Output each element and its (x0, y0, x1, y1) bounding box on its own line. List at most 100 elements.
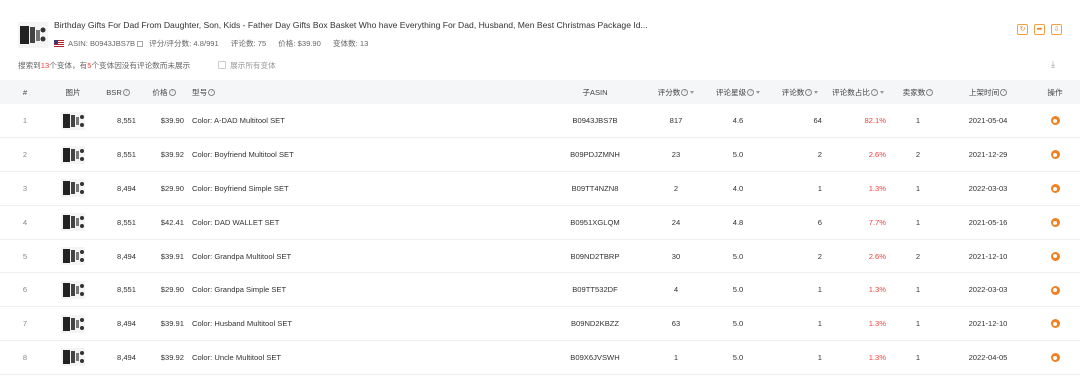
table-row[interactable]: 6 8,551 $29.90 Color: Grandpa Simple SET B09… (0, 273, 1080, 307)
row-reviews: 1 (817, 319, 822, 329)
row-sellers: 1 (915, 352, 921, 362)
sort-icon[interactable] (814, 91, 819, 94)
row-asin[interactable]: B09ND2KBZZ (540, 307, 650, 341)
row-listed-date: 2021-12-10 (968, 319, 1008, 329)
row-index: 1 (22, 116, 28, 126)
product-thumbnail[interactable] (18, 22, 48, 48)
row-sellers: 1 (915, 319, 921, 329)
row-index: 3 (22, 183, 28, 193)
table-row[interactable]: 3 8,494 $29.90 Color: Boyfriend Simple SET B… (0, 172, 1080, 206)
help-icon[interactable]: ? (926, 89, 934, 96)
sort-icon[interactable] (756, 91, 761, 94)
variant-thumbnail[interactable] (61, 247, 85, 266)
help-icon[interactable]: ? (747, 89, 755, 96)
export-icon[interactable]: ⇩ (1051, 24, 1062, 35)
row-bsr: 8,551 (116, 285, 136, 295)
help-icon[interactable]: ? (1000, 89, 1008, 96)
row-image[interactable] (50, 273, 96, 307)
variant-thumbnail[interactable] (61, 348, 85, 367)
show-all-label: 展示所有变体 (230, 60, 276, 70)
variant-thumbnail[interactable] (61, 280, 85, 299)
row-asin[interactable]: B0951XGLQM (540, 205, 650, 239)
row-stars: 5.0 (732, 150, 744, 160)
row-image[interactable] (50, 239, 96, 273)
table-row[interactable]: 8 8,494 $39.92 Color: Uncle Multitool SET B0… (0, 341, 1080, 375)
row-reviews: 1 (817, 285, 822, 295)
operation-icon[interactable] (1050, 218, 1060, 228)
col-rating-stars[interactable]: 评论星级? (702, 80, 774, 104)
product-title[interactable]: Birthday Gifts For Dad From Daughter, So… (54, 20, 648, 30)
row-actions (1030, 104, 1080, 138)
row-rating-count: 1 (673, 352, 679, 362)
show-all-checkbox[interactable] (218, 61, 227, 69)
row-asin[interactable]: B09TT532DF (540, 273, 650, 307)
variant-thumbnail[interactable] (61, 145, 85, 164)
sort-icon[interactable] (690, 91, 695, 94)
help-icon[interactable]: ? (805, 89, 813, 96)
col-price[interactable]: 价格? (140, 80, 188, 104)
col-review-share[interactable]: 评论数占比? (826, 80, 890, 104)
help-icon[interactable]: ? (208, 89, 216, 96)
row-index: 2 (22, 150, 28, 160)
row-image[interactable] (50, 104, 96, 138)
table-row[interactable]: 7 8,494 $39.91 Color: Husband Multitool SET… (0, 307, 1080, 341)
operation-icon[interactable] (1050, 251, 1060, 261)
row-asin[interactable]: B09TT4NZN8 (540, 172, 650, 206)
table-row[interactable]: 1 8,551 $39.90 Color: A-DAD Multitool SET B0… (0, 104, 1080, 138)
row-listed-date: 2021-05-04 (968, 116, 1008, 126)
row-model: Color: Boyfriend Simple SET (192, 183, 289, 193)
table-row[interactable]: 4 8,551 $42.41 Color: DAD WALLET SET B0951XG… (0, 205, 1080, 240)
asin-label: ASIN: B0943JBS7B (68, 39, 136, 48)
operation-icon[interactable] (1050, 285, 1060, 295)
sort-icon[interactable] (879, 91, 884, 94)
copy-icon[interactable] (137, 40, 144, 47)
operation-icon[interactable] (1050, 116, 1060, 126)
row-asin[interactable]: B0943JBS7B (540, 104, 650, 138)
help-icon[interactable]: ? (168, 89, 176, 96)
row-sellers: 1 (915, 285, 921, 295)
row-asin[interactable]: B09X6JVSWH (540, 341, 650, 375)
variant-thumbnail[interactable] (61, 111, 85, 130)
variant-thumbnail[interactable] (61, 213, 85, 232)
row-image[interactable] (50, 138, 96, 172)
operation-icon[interactable] (1050, 150, 1060, 160)
row-price: $29.90 (160, 285, 184, 295)
table-row[interactable]: 5 8,494 $39.91 Color: Grandpa Multitool SET… (0, 239, 1080, 273)
row-index: 5 (22, 251, 28, 261)
col-review-count[interactable]: 评论数? (774, 80, 826, 104)
share-icon[interactable]: ➦ (1034, 24, 1045, 35)
row-asin[interactable]: B09ND2TBRP (540, 239, 650, 273)
help-icon[interactable]: ? (870, 89, 878, 96)
row-price: $39.91 (160, 319, 184, 329)
table-row[interactable]: 2 8,551 $39.92 Color: Boyfriend Multitool S… (0, 138, 1080, 172)
row-price: $29.90 (160, 183, 184, 193)
help-icon[interactable]: ? (681, 89, 689, 96)
row-price: $39.92 (160, 150, 184, 160)
row-image[interactable] (50, 172, 96, 206)
download-icon[interactable]: ⤓ (1048, 59, 1058, 69)
col-bsr[interactable]: BSR? (96, 80, 140, 104)
col-image: 图片 (65, 87, 81, 97)
row-price: $39.90 (160, 116, 184, 126)
row-price: $39.92 (160, 352, 184, 362)
operation-icon[interactable] (1050, 353, 1060, 363)
show-all-toggle[interactable]: 展示所有变体 (218, 60, 276, 71)
col-sellers[interactable]: 卖家数? (890, 80, 946, 104)
row-rating-count: 63 (671, 319, 681, 329)
col-rating-count[interactable]: 评分数? (650, 80, 702, 104)
variant-thumbnail[interactable] (61, 314, 85, 333)
variant-thumbnail[interactable] (61, 179, 85, 198)
row-review-share: 2.6% (868, 150, 886, 160)
col-index: # (22, 87, 28, 97)
col-listed-date[interactable]: 上架时间? (946, 80, 1030, 104)
row-image[interactable] (50, 205, 96, 239)
operation-icon[interactable] (1050, 184, 1060, 194)
col-model[interactable]: 型号? (188, 80, 540, 104)
variants-table: # 图片 BSR? 价格? 型号? 子ASIN 评分数? 评论星级? 评论数? … (0, 80, 1080, 375)
help-icon[interactable]: ? (122, 89, 130, 96)
operation-icon[interactable] (1050, 319, 1060, 329)
row-asin[interactable]: B09PDJZMNH (540, 138, 650, 172)
row-image[interactable] (50, 307, 96, 341)
row-image[interactable] (50, 341, 96, 375)
refresh-icon[interactable]: ↻ (1017, 24, 1028, 35)
